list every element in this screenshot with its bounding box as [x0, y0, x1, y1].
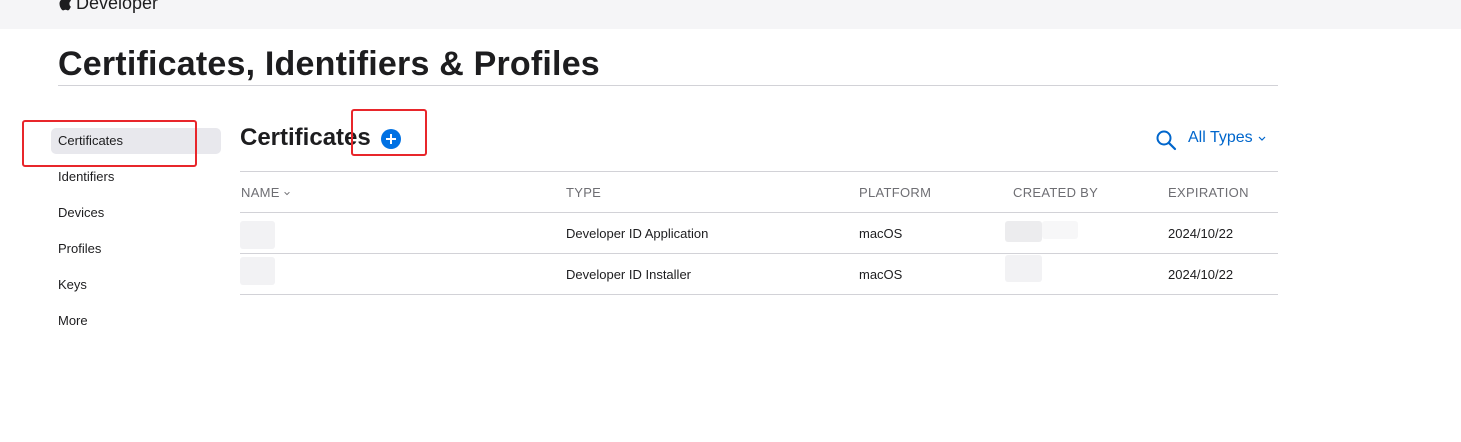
- page-title: Certificates, Identifiers & Profiles: [58, 45, 600, 83]
- apple-logo-icon: [59, 0, 71, 11]
- title-divider: [58, 85, 1278, 86]
- sidebar-item-devices[interactable]: Devices: [51, 200, 221, 226]
- row-platform: macOS: [859, 226, 903, 241]
- developer-brand[interactable]: Developer: [58, 0, 158, 13]
- sort-chevron-icon: [284, 191, 290, 195]
- redacted-name: [240, 257, 275, 285]
- table-top-rule: [240, 171, 1278, 172]
- sidebar-item-keys[interactable]: Keys: [51, 272, 221, 298]
- chevron-down-icon: [1258, 136, 1266, 141]
- redacted-created-by: [1005, 255, 1042, 282]
- row-divider: [240, 253, 1278, 254]
- annotation-highlight-add-button: [351, 109, 427, 156]
- table-bottom-rule: [240, 294, 1278, 295]
- row-expiration: 2024/10/22: [1168, 226, 1234, 241]
- row-platform: macOS: [859, 267, 903, 282]
- column-header-name[interactable]: NAME: [241, 185, 291, 200]
- column-header-type: TYPE: [566, 185, 602, 200]
- row-expiration: 2024/10/22: [1168, 267, 1234, 282]
- row-type: Developer ID Installer: [566, 267, 691, 282]
- column-header-name-label: NAME: [241, 185, 280, 200]
- redacted-name: [240, 221, 275, 249]
- annotation-highlight-sidebar: [22, 120, 197, 167]
- type-filter-label: All Types: [1188, 129, 1253, 146]
- column-header-expiration: EXPIRATION: [1168, 185, 1249, 200]
- sidebar-item-identifiers[interactable]: Identifiers: [51, 164, 221, 190]
- column-header-platform: PLATFORM: [859, 185, 932, 200]
- column-header-created-by: CREATED BY: [1013, 185, 1099, 200]
- type-filter-dropdown[interactable]: All Types: [1188, 129, 1267, 147]
- row-type: Developer ID Application: [566, 226, 709, 241]
- sidebar-item-profiles[interactable]: Profiles: [51, 236, 221, 262]
- brand-label: Developer: [76, 0, 159, 13]
- redacted-created-by: [1005, 221, 1042, 242]
- redacted-created-by-ext: [1042, 221, 1078, 239]
- sidebar-item-more[interactable]: More: [51, 308, 221, 334]
- search-icon[interactable]: [1155, 129, 1177, 151]
- header-divider: [240, 212, 1278, 213]
- global-header: Developer: [0, 0, 1461, 29]
